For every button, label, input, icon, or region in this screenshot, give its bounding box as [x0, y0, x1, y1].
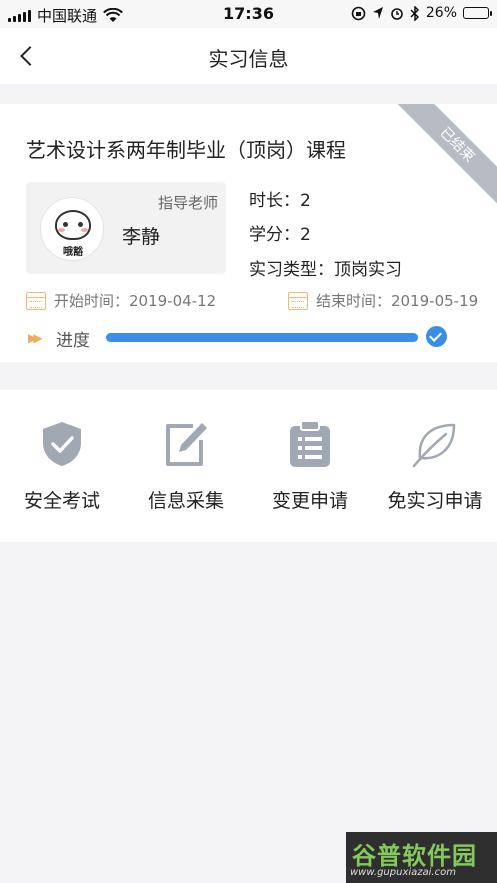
double-arrow-icon: ▶▶	[28, 331, 43, 345]
teacher-name: 李静	[122, 226, 161, 248]
progress-bar	[106, 333, 418, 342]
bluetooth-icon	[410, 5, 419, 21]
clipboard-icon	[290, 420, 330, 467]
start-date: 开始时间：2019-04-12	[26, 290, 216, 311]
alarm-icon	[391, 8, 403, 20]
exemption-request-label: 免实习申请	[387, 490, 483, 512]
start-date-text: 开始时间：2019-04-12	[54, 292, 217, 310]
internship-type-text: 实习类型：顶岗实习	[249, 260, 402, 280]
function-grid: 安全考试 信息采集 变更申请 免实习申请	[0, 390, 497, 542]
info-collection-button[interactable]: 信息采集	[124, 420, 248, 513]
change-request-label: 变更申请	[271, 490, 348, 512]
end-date: 结束时间：2019-05-19	[288, 290, 478, 311]
cat-face-icon	[55, 210, 91, 240]
progress-fill	[106, 333, 418, 342]
edit-icon	[166, 423, 207, 466]
calendar-icon	[288, 291, 308, 310]
avatar-caption: 哦豁	[63, 247, 83, 258]
teacher-role-label: 指导老师	[157, 194, 218, 212]
course-card[interactable]: 已结束 艺术设计系两年制毕业（顶岗）课程 指导老师 哦豁 李静 时长：2 学分：…	[0, 104, 497, 362]
shield-check-icon	[43, 422, 81, 466]
leaf-icon	[412, 423, 456, 468]
safety-exam-label: 安全考试	[23, 490, 100, 512]
battery-percent: 26%	[425, 5, 457, 21]
rotation-lock-icon	[351, 6, 366, 20]
watermark-url: www.gupuxiazai.com	[350, 867, 456, 878]
info-collection-label: 信息采集	[147, 490, 224, 512]
calendar-icon	[26, 291, 46, 310]
course-title: 艺术设计系两年制毕业（顶岗）课程	[26, 138, 346, 162]
status-bar: 中国联通 17:36 26%	[0, 0, 497, 28]
exemption-request-button[interactable]: 免实习申请	[373, 420, 497, 513]
credit-text: 学分：2	[249, 225, 311, 245]
navigation-bar: 实习信息	[0, 28, 497, 84]
safety-exam-button[interactable]: 安全考试	[0, 420, 124, 513]
watermark-brand: 谷普软件园	[352, 842, 477, 870]
progress-row: ▶▶ 进度	[26, 326, 456, 351]
page-title: 实习信息	[208, 47, 289, 71]
status-ribbon: 已结束	[391, 104, 497, 211]
watermark-logo: 谷普软件园 www.gupuxiazai.com	[346, 832, 497, 883]
progress-label: 进度	[56, 331, 90, 351]
change-request-button[interactable]: 变更申请	[248, 420, 372, 513]
end-date-text: 结束时间：2019-05-19	[316, 292, 479, 310]
teacher-card: 指导老师 哦豁 李静	[26, 182, 226, 274]
battery-icon	[463, 7, 492, 19]
duration-text: 时长：2	[249, 191, 311, 211]
avatar: 哦豁	[40, 197, 104, 261]
location-icon	[372, 7, 383, 19]
check-circle-icon	[426, 326, 447, 347]
